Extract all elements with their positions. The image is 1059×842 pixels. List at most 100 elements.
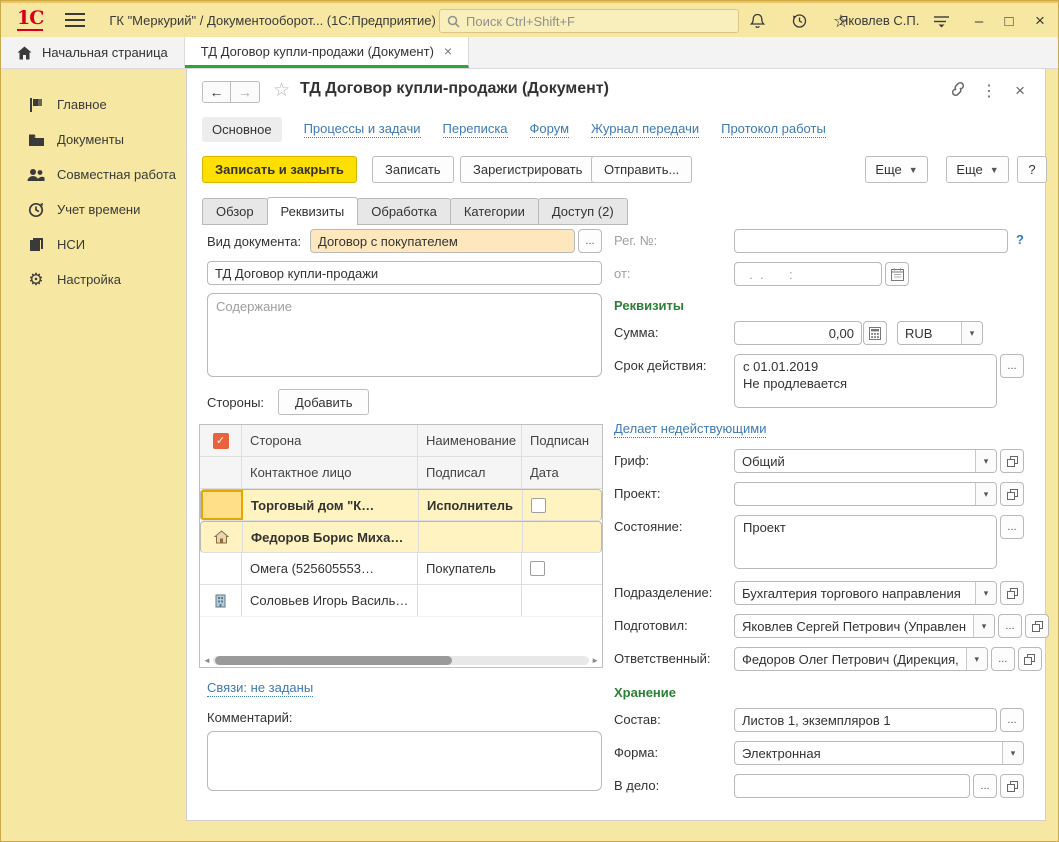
prepared-choose-button[interactable]: ... — [998, 614, 1022, 638]
composition-choose-button[interactable]: ... — [1000, 708, 1024, 732]
table-row[interactable]: Соловьев Игорь Василь… — [200, 585, 602, 617]
table-row[interactable]: Торговый дом "К… Исполнитель — [200, 489, 602, 521]
add-party-button[interactable]: Добавить — [278, 389, 369, 415]
sum-field[interactable]: 0,00 — [734, 321, 862, 345]
tab-overview[interactable]: Обзор — [202, 198, 268, 225]
more-button-1[interactable]: Еще▼ — [865, 156, 928, 183]
form-kind-select[interactable]: Электронная ▾ — [734, 741, 1024, 765]
close-form-icon[interactable]: × — [1015, 81, 1025, 101]
more-menu-icon[interactable]: ⋮ — [981, 81, 997, 101]
chevron-down-icon[interactable]: ▾ — [1002, 742, 1023, 764]
tab-requisites[interactable]: Реквизиты — [267, 197, 359, 225]
currency-select[interactable]: RUB ▾ — [897, 321, 983, 345]
calculator-icon[interactable] — [863, 321, 887, 345]
responsible-open-icon[interactable] — [1018, 647, 1042, 671]
favorite-star-icon[interactable]: ☆ — [273, 79, 290, 102]
col-signer[interactable]: Подписал — [418, 457, 522, 488]
col-name[interactable]: Наименование — [418, 425, 522, 456]
sidebar-item-settings[interactable]: ⚙ Настройка — [1, 262, 186, 297]
col-signed[interactable]: Подписан — [522, 425, 602, 456]
minimize-button[interactable]: – — [966, 9, 992, 33]
send-button[interactable]: Отправить... — [591, 156, 692, 183]
1c-logo-icon[interactable]: 1С — [17, 9, 43, 31]
sidebar-item-collaboration[interactable]: Совместная работа — [1, 157, 186, 192]
save-button[interactable]: Записать — [372, 156, 454, 183]
chevron-down-icon[interactable]: ▾ — [975, 483, 996, 505]
term-choose-button[interactable]: ... — [1000, 354, 1024, 378]
chevron-down-icon[interactable]: ▾ — [961, 322, 982, 344]
term-field[interactable]: с 01.01.2019 Не продлевается — [734, 354, 997, 408]
prepared-select[interactable]: Яковлев Сергей Петрович (Управлен ▾ — [734, 614, 995, 638]
department-open-icon[interactable] — [1000, 581, 1024, 605]
more-button-2[interactable]: Еще▼ — [946, 156, 1009, 183]
relations-link[interactable]: Связи: не заданы — [207, 680, 313, 697]
grif-select[interactable]: Общий ▾ — [734, 449, 997, 473]
department-select[interactable]: Бухгалтерия торгового направления ▾ — [734, 581, 997, 605]
chevron-down-icon[interactable]: ▾ — [975, 582, 996, 604]
register-button[interactable]: Зарегистрировать — [460, 156, 595, 183]
search-input[interactable] — [466, 14, 731, 29]
close-tab-icon[interactable]: × — [444, 43, 452, 59]
file-choose-button[interactable]: ... — [973, 774, 997, 798]
service-menu-icon[interactable] — [929, 10, 953, 32]
signed-checkbox[interactable] — [530, 561, 545, 576]
back-button[interactable]: ← — [202, 81, 231, 103]
prepared-open-icon[interactable] — [1025, 614, 1049, 638]
tab-processing[interactable]: Обработка — [357, 198, 451, 225]
project-select[interactable]: ▾ — [734, 482, 997, 506]
main-menu-icon[interactable] — [65, 9, 85, 31]
project-open-icon[interactable] — [1000, 482, 1024, 506]
doc-kind-field[interactable]: Договор с покупателем — [310, 229, 575, 253]
table-row[interactable]: Омега (525605553… Покупатель — [200, 553, 602, 585]
reg-date-field[interactable] — [734, 262, 882, 286]
scroll-right-icon[interactable]: ► — [589, 656, 599, 665]
nav-transfer-log[interactable]: Журнал передачи — [591, 121, 699, 138]
doc-name-field[interactable] — [207, 261, 602, 285]
col-party[interactable]: Сторона — [242, 425, 418, 456]
table-horizontal-scrollbar[interactable]: ◄ ► — [200, 653, 602, 667]
nav-processes[interactable]: Процессы и задачи — [304, 121, 421, 138]
state-field[interactable]: Проект — [734, 515, 997, 569]
calendar-icon[interactable] — [885, 262, 909, 286]
doc-kind-choose-button[interactable]: ... — [578, 229, 602, 253]
tab-document[interactable]: ТД Договор купли-продажи (Документ) × — [185, 37, 469, 68]
composition-field[interactable]: Листов 1, экземпляров 1 — [734, 708, 997, 732]
invalidates-link[interactable]: Делает недействующими — [614, 421, 766, 438]
chevron-down-icon[interactable]: ▾ — [975, 450, 996, 472]
doc-name-input[interactable] — [215, 266, 594, 281]
nav-correspondence[interactable]: Переписка — [443, 121, 508, 138]
nav-main[interactable]: Основное — [202, 117, 282, 142]
responsible-select[interactable]: Федоров Олег Петрович (Дирекция, ▾ — [734, 647, 988, 671]
grif-open-icon[interactable] — [1000, 449, 1024, 473]
reg-date-input[interactable] — [742, 267, 874, 282]
current-user[interactable]: Яковлев С.П. — [839, 13, 919, 28]
save-close-button[interactable]: Записать и закрыть — [202, 156, 357, 183]
notifications-bell-icon[interactable] — [745, 10, 769, 32]
reg-number-field[interactable] — [734, 229, 1008, 253]
history-icon[interactable] — [787, 10, 811, 32]
help-button[interactable]: ? — [1017, 156, 1047, 183]
nav-forum[interactable]: Форум — [530, 121, 570, 138]
reg-help-link[interactable]: ? — [1016, 229, 1024, 247]
chevron-down-icon[interactable]: ▾ — [973, 615, 994, 637]
sidebar-item-main[interactable]: Главное — [1, 87, 186, 122]
tab-categories[interactable]: Категории — [450, 198, 539, 225]
close-window-button[interactable]: × — [1027, 9, 1053, 33]
signed-checkbox[interactable] — [531, 498, 546, 513]
table-row[interactable]: Федоров Борис Миха… — [200, 521, 602, 553]
sidebar-item-documents[interactable]: Документы — [1, 122, 186, 157]
chevron-down-icon[interactable]: ▾ — [966, 648, 987, 670]
nav-work-protocol[interactable]: Протокол работы — [721, 121, 826, 138]
responsible-choose-button[interactable]: ... — [991, 647, 1015, 671]
file-open-icon[interactable] — [1000, 774, 1024, 798]
maximize-button[interactable]: □ — [996, 9, 1022, 33]
state-choose-button[interactable]: ... — [1000, 515, 1024, 539]
scrollbar-thumb[interactable] — [215, 656, 452, 665]
content-textarea[interactable]: Содержание — [207, 293, 602, 377]
sidebar-item-time[interactable]: Учет времени — [1, 192, 186, 227]
sidebar-item-nsi[interactable]: НСИ — [1, 227, 186, 262]
file-field[interactable] — [734, 774, 970, 798]
tab-access[interactable]: Доступ (2) — [538, 198, 628, 225]
col-date[interactable]: Дата — [522, 457, 602, 488]
col-contact[interactable]: Контактное лицо — [242, 457, 418, 488]
